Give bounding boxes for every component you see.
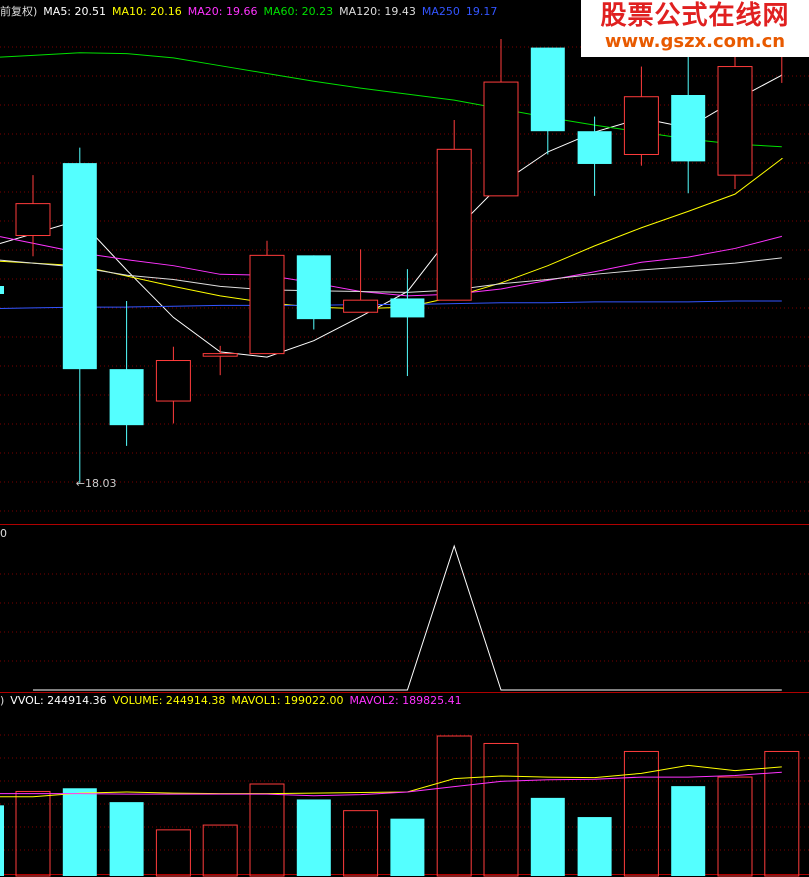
candle-body-up [483,81,519,197]
ma-line-ma120 [0,257,782,293]
watermark-logo: 股票公式在线网 www.gszx.com.cn [581,0,809,57]
candle-body-up [623,96,659,155]
volume-bar-up [623,750,659,877]
stock-chart: ←18.03 [0,0,809,877]
volume-bar-down [109,802,144,876]
candle-body-up [436,148,472,301]
candle-body-down [577,131,612,164]
volume-legend: ) VVOL: 244914.36 VOLUME: 244914.38 MAVOL1:… [0,694,468,708]
watermark-url: www.gszx.com.cn [604,31,786,52]
volume-bar-down [390,818,425,876]
candle-body-down [62,163,97,370]
indicator-zero-label: 0 [0,527,7,540]
volume-bar-up [343,810,379,877]
volume-bar-up [717,776,753,877]
legend-vvol: VVOL: 244914.36 [10,694,107,707]
candle-body-down [296,255,331,320]
candlesticks [0,0,800,483]
candle-body-down [390,298,425,318]
legend-mavol1: MAVOL1: 199022.00 [231,694,344,707]
legend-ma60: MA60: 20.23 [263,5,334,18]
candle-body-down [530,47,565,132]
volume-bar-down [671,786,706,876]
volume-bar-down [577,817,612,876]
price-legend: 前复权) MA5: 20.51 MA10: 20.16 MA20: 19.66 MA60… [0,5,503,19]
volume-bars [0,735,800,877]
candle-body-up [249,254,285,355]
volume-bar-up [483,742,519,877]
legend-mavol2: MAVOL2: 189825.41 [349,694,462,707]
indicator-series [33,544,782,691]
volume-bar-down [530,797,565,876]
candle-body-down [109,369,144,426]
legend-ma5: MA5: 20.51 [43,5,107,18]
candle-body-down [671,95,706,162]
candle-body-up [343,299,379,313]
watermark-title: 股票公式在线网 [600,1,790,31]
legend-adjust: 前复权) [0,5,38,18]
low-price-label: ←18.03 [76,477,117,490]
volume-bar-up [249,783,285,877]
candle-body-up [155,360,191,402]
candle-body-up [15,203,51,237]
legend-ma20: MA20: 19.66 [187,5,258,18]
partial-volume-bar [0,805,4,876]
indicator-line [33,544,782,691]
partial-candle [0,286,4,294]
volume-bar-up [764,750,800,877]
candle-body-up [717,66,753,176]
volume-bar-down [296,799,331,876]
ma-line-ma20 [0,235,782,297]
volume-bar-down [62,788,97,876]
ma-line-ma10 [0,158,784,310]
legend-ma120: MA120: 19.43 [339,5,416,18]
ma-line-ma60 [0,52,782,148]
legend-ma250-value: 19.17 [465,5,498,18]
volume-bar-up [155,829,191,877]
legend-vol-paren: ) [0,694,5,707]
candle-body-up [202,353,238,357]
legend-ma10: MA10: 20.16 [112,5,182,18]
volume-bar-up [202,824,238,877]
legend-ma250: MA250 [421,5,460,18]
volume-bar-up [436,735,472,877]
legend-volume: VOLUME: 244914.38 [112,694,226,707]
grid-lines [0,46,809,875]
